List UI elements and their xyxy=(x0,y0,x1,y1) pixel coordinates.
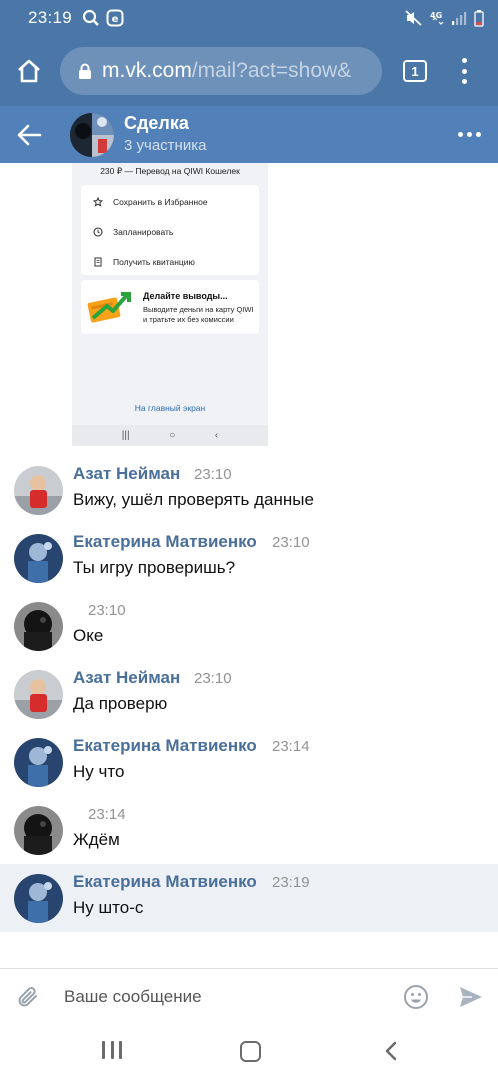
message[interactable]: Азат Нейман 23:10 Вижу, ушёл проверять д… xyxy=(0,456,498,524)
action-row: Запланировать xyxy=(81,218,259,245)
action-row: Получить квитанцию xyxy=(81,248,259,275)
message-text: Ну что xyxy=(73,762,125,781)
message-time: 23:14 xyxy=(88,806,126,823)
message-time: 23:10 xyxy=(88,602,126,619)
chat-title: Сделка xyxy=(124,113,189,133)
home-button[interactable] xyxy=(0,36,58,106)
search-icon xyxy=(82,9,99,26)
tabs-button[interactable]: 1 xyxy=(403,60,427,82)
message-text: Ты игру проверишь? xyxy=(73,558,236,577)
message-input[interactable] xyxy=(64,983,384,1011)
action-label: Запланировать xyxy=(113,226,174,237)
message[interactable]: Екатерина Матвиенко 23:10 Ты игру провер… xyxy=(0,524,498,592)
star-icon xyxy=(93,196,103,207)
action-row: Сохранить в Избранное xyxy=(81,188,259,215)
back-button[interactable] xyxy=(16,122,42,148)
action-label: Получить квитанцию xyxy=(113,256,195,267)
chat-more-button[interactable] xyxy=(458,132,481,137)
message-author[interactable]: Екатерина Матвиенко xyxy=(73,532,257,552)
paperclip-icon xyxy=(18,987,37,1007)
action-label: Сохранить в Избранное xyxy=(113,196,208,207)
message-time: 23:10 xyxy=(194,670,232,687)
message-text: Ждём xyxy=(73,830,120,849)
screenshot-nav-bar: ||| ○ ‹ xyxy=(72,425,268,446)
network-4g-icon: 4G xyxy=(430,11,444,25)
promo-card: Делайте выводы... Выводите деньги на кар… xyxy=(81,280,259,334)
message-time: 23:10 xyxy=(272,534,310,551)
recent-apps-icon: ||| xyxy=(121,430,130,441)
message[interactable]: 23:10 Оке xyxy=(0,592,498,660)
menu-dot xyxy=(461,68,467,74)
signal-icon xyxy=(452,12,467,25)
receipt-icon xyxy=(94,257,102,266)
home-screen-link: На главный экран xyxy=(134,403,206,413)
avatar[interactable] xyxy=(14,602,63,651)
recent-apps-button[interactable] xyxy=(102,1041,122,1061)
promo-text: Выводите деньги на карту QIWI и тратьте … xyxy=(143,305,254,324)
chevron-left-icon xyxy=(385,1041,397,1061)
avatar[interactable] xyxy=(14,670,63,719)
send-button[interactable] xyxy=(458,984,484,1010)
more-dot xyxy=(476,132,481,137)
attach-button[interactable] xyxy=(14,983,42,1011)
home-circle-icon: ○ xyxy=(169,430,176,441)
message-author[interactable]: Азат Нейман xyxy=(73,464,180,484)
message-text: Да проверю xyxy=(73,694,168,713)
clock-icon xyxy=(93,226,103,237)
avatar[interactable] xyxy=(14,806,63,855)
browser-notification-icon: e xyxy=(106,9,124,27)
home-icon xyxy=(18,59,40,83)
actions-card: Сохранить в Избранное Запланировать Полу… xyxy=(81,185,259,275)
more-dot xyxy=(467,132,472,137)
back-nav-button[interactable] xyxy=(380,1040,402,1062)
avatar[interactable] xyxy=(14,738,63,787)
emoji-button[interactable] xyxy=(403,984,429,1010)
menu-dot xyxy=(461,58,467,63)
message[interactable]: 23:14 Ждём xyxy=(0,796,498,864)
mute-icon xyxy=(405,10,422,26)
battery-icon xyxy=(474,9,484,27)
lock-icon xyxy=(78,63,92,80)
browser-menu-button[interactable] xyxy=(452,56,476,86)
message[interactable]: Азат Нейман 23:10 Да проверю xyxy=(0,660,498,728)
message-composer xyxy=(0,968,498,1024)
arrow-left-icon xyxy=(17,124,42,146)
smile-icon xyxy=(404,985,428,1009)
promo-title: Делайте выводы... xyxy=(143,291,228,301)
chat-subtitle: 3 участника xyxy=(124,137,207,154)
message-text: Вижу, ушёл проверять данные xyxy=(73,490,314,509)
message-time: 23:19 xyxy=(272,874,310,891)
attachment-image[interactable]: 230 ₽ — Перевод на QIWI Кошелек Сохранит… xyxy=(72,163,268,446)
avatar[interactable] xyxy=(14,534,63,583)
message-author[interactable]: Екатерина Матвиенко xyxy=(73,872,257,892)
avatar[interactable] xyxy=(14,466,63,515)
message-author[interactable]: Екатерина Матвиенко xyxy=(73,736,257,756)
message[interactable]: Екатерина Матвиенко 23:14 Ну что xyxy=(0,728,498,796)
message-text: Ну што-с xyxy=(73,898,144,917)
url-field[interactable]: m.vk.com/mail?act=show& xyxy=(60,47,382,95)
status-time: 23:19 xyxy=(28,8,73,27)
menu-dot xyxy=(461,79,467,84)
url-host: m.vk.com xyxy=(102,59,192,82)
promo-card-image xyxy=(87,292,131,323)
message-author[interactable]: Азат Нейман xyxy=(73,668,180,688)
svg-text:e: e xyxy=(112,14,119,25)
chat-header: Сделка 3 участника xyxy=(0,106,498,163)
avatar[interactable] xyxy=(14,874,63,923)
system-nav-bar xyxy=(0,1024,498,1080)
chat-avatar[interactable] xyxy=(70,113,114,157)
url-path: /mail?act=show& xyxy=(191,59,352,82)
more-dot xyxy=(458,132,463,137)
home-nav-button[interactable] xyxy=(240,1041,261,1062)
message-time: 23:10 xyxy=(194,466,232,483)
message-time: 23:14 xyxy=(272,738,310,755)
transfer-text: 230 ₽ — Перевод на QIWI Кошелек xyxy=(100,166,240,176)
send-icon xyxy=(460,987,482,1007)
message[interactable]: Екатерина Матвиенко 23:19 Ну што-с xyxy=(0,864,498,932)
message-text: Оке xyxy=(73,626,104,645)
browser-toolbar: m.vk.com/mail?act=show& 1 xyxy=(0,36,498,106)
back-chevron-icon: ‹ xyxy=(214,430,219,441)
status-bar: 23:19 e 4G xyxy=(0,0,498,36)
